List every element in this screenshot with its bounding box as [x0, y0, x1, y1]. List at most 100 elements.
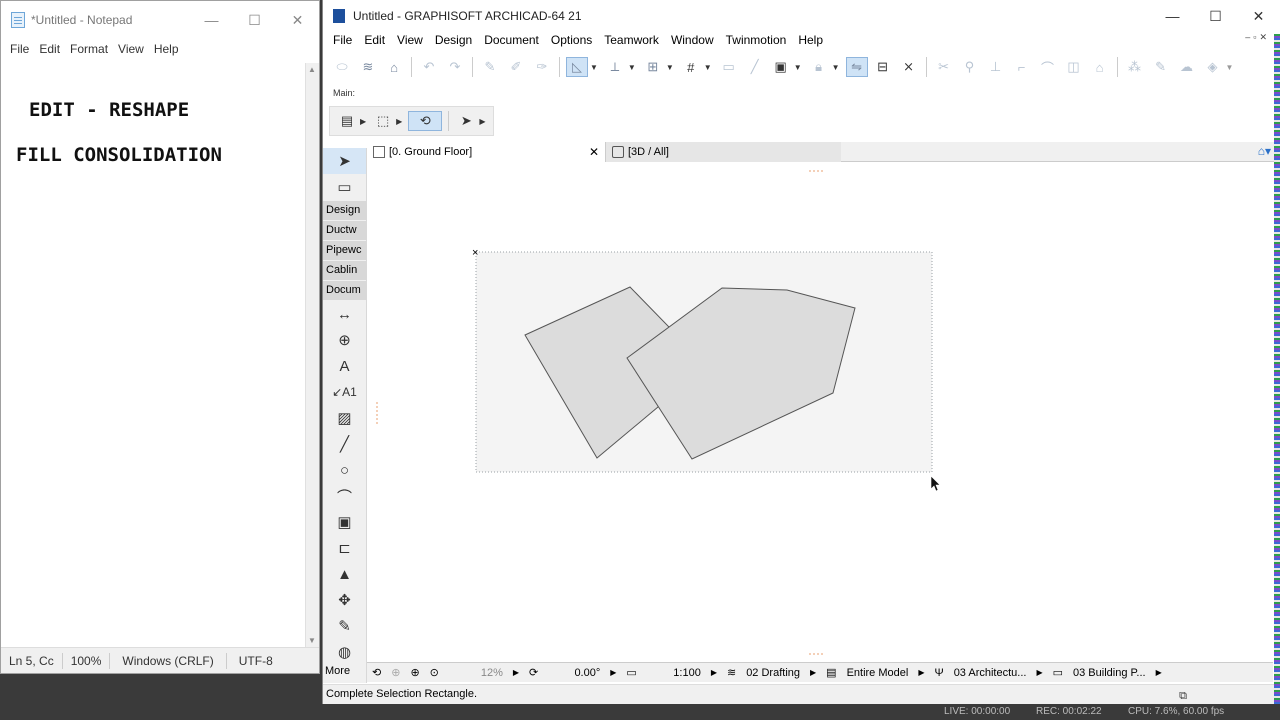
marquee-tool-icon[interactable]: ▭ — [323, 174, 366, 200]
hat-icon[interactable]: ⌂ — [383, 57, 405, 77]
cross-icon[interactable]: ⨯ — [898, 57, 920, 77]
undo-icon[interactable]: ↶ — [418, 57, 440, 77]
roof-icon[interactable]: ⌂ — [1089, 57, 1111, 77]
dropdown-arrow-icon[interactable]: ▼ — [794, 63, 802, 72]
modify-icon[interactable]: ✎ — [1150, 57, 1172, 77]
scale-icon[interactable]: ▭ — [626, 666, 636, 679]
pencil-icon[interactable]: ╱ — [744, 57, 766, 77]
notepad-vertical-scrollbar[interactable]: ▲ ▼ — [305, 63, 319, 647]
drawing-tool-icon[interactable]: ▣ — [323, 509, 366, 535]
minimize-button[interactable]: — — [1151, 0, 1194, 32]
level-dimension-icon[interactable]: ⊕ — [323, 327, 366, 353]
marquee-icon[interactable]: ⬚ — [372, 111, 394, 131]
scale-arrow-icon[interactable]: ▶ — [711, 668, 717, 677]
group-icon[interactable]: ⁂ — [1124, 57, 1146, 77]
archicad-titlebar[interactable]: Untitled - GRAPHISOFT ARCHICAD-64 21 — [323, 0, 1280, 32]
navigator-icon[interactable]: ⌂▾ — [1258, 144, 1271, 158]
menu-help[interactable]: Help — [792, 33, 829, 47]
model-view-icon[interactable]: ▤ — [826, 666, 836, 679]
menu-help[interactable]: Help — [149, 42, 184, 56]
menu-edit[interactable]: Edit — [34, 42, 65, 56]
layers-icon[interactable]: ≋ — [357, 57, 379, 77]
scroll-down-icon[interactable]: ▼ — [308, 636, 316, 645]
toolbox-category-document[interactable]: Docum — [323, 281, 366, 300]
mdi-controls-icon[interactable]: –▫✕ — [1239, 32, 1276, 43]
fill-tool-icon[interactable]: ▤ — [336, 111, 358, 131]
arrow-pointer-icon[interactable]: ➤ — [455, 111, 477, 131]
detail-tool-icon[interactable]: ◍ — [323, 639, 366, 665]
dropdown-arrow-icon[interactable]: ▼ — [832, 63, 840, 72]
close-button[interactable]: ✕ — [276, 1, 319, 39]
trace-reference-icon[interactable]: ⇋ — [845, 57, 868, 77]
scale-value[interactable]: 1:100 — [647, 667, 701, 679]
circle-tool-icon[interactable]: ○ — [323, 457, 366, 483]
dropdown-arrow-icon[interactable]: ▼ — [628, 63, 636, 72]
cloud-icon[interactable]: ☁ — [1176, 57, 1198, 77]
menu-edit[interactable]: Edit — [358, 33, 391, 47]
ruler-icon[interactable]: ▭ — [718, 57, 740, 77]
close-button[interactable]: ✕ — [1237, 0, 1280, 32]
fit-in-window-icon[interactable]: ⊙ — [430, 666, 439, 679]
zoom-back-icon[interactable]: ⟲ — [372, 666, 381, 679]
toolbox-category-cabling[interactable]: Cablin — [323, 261, 366, 280]
dropdown-arrow-icon[interactable]: ▼ — [590, 63, 598, 72]
toolbox-category-design[interactable]: Design — [323, 201, 366, 220]
orientation-arrow-icon[interactable]: ▶ — [610, 668, 616, 677]
maximize-button[interactable]: ☐ — [233, 1, 276, 39]
ellipse-icon[interactable]: ⬭ — [331, 57, 353, 77]
layers-icon[interactable]: ≋ — [727, 666, 736, 679]
inject-icon[interactable]: ✐ — [505, 57, 527, 77]
elevation-tool-icon[interactable]: ▲ — [323, 561, 366, 587]
pick-up-icon[interactable]: ✎ — [479, 57, 501, 77]
text-tool-icon[interactable]: A — [323, 353, 366, 379]
menu-document[interactable]: Document — [478, 33, 545, 47]
chamfer-icon[interactable]: ⌒ — [1037, 57, 1059, 77]
close-tab-icon[interactable]: ✕ — [589, 145, 599, 159]
minimize-button[interactable]: — — [190, 1, 233, 39]
fillet-icon[interactable]: ⌐ — [1011, 57, 1033, 77]
more-tools-button[interactable]: More — [325, 665, 350, 677]
suspend-groups-icon[interactable]: ▣ — [770, 57, 792, 77]
scroll-up-icon[interactable]: ▲ — [308, 65, 316, 74]
menu-view[interactable]: View — [391, 33, 429, 47]
zoom-value[interactable]: 12% — [449, 667, 503, 679]
dropdown-arrow-icon[interactable]: ▼ — [666, 63, 674, 72]
pen-set[interactable]: 03 Architectu... — [954, 667, 1027, 679]
menu-file[interactable]: File — [5, 42, 34, 56]
tab-3d-all[interactable]: [3D / All] — [605, 142, 841, 162]
adjust-icon[interactable]: ⚲ — [959, 57, 981, 77]
dimension-tool-icon[interactable]: ↔ — [323, 301, 366, 327]
layer-arrow-icon[interactable]: ▶ — [810, 668, 816, 677]
window-resize-icon[interactable]: ⧉ — [1179, 687, 1187, 705]
menu-file[interactable]: File — [327, 33, 358, 47]
fill-tool-icon[interactable]: ▨ — [323, 405, 366, 431]
renovation-icon[interactable]: ▭ — [1053, 666, 1063, 679]
right-edge-scrollbar[interactable] — [1274, 34, 1280, 704]
split-icon[interactable]: ✂ — [933, 57, 955, 77]
menu-options[interactable]: Options — [545, 33, 598, 47]
measure-icon[interactable]: ⊟ — [872, 57, 894, 77]
dropdown-arrow-icon[interactable]: ▶ — [360, 117, 366, 126]
arrow-tool-icon[interactable]: ➤ — [323, 148, 366, 174]
model-view-arrow-icon[interactable]: ▶ — [918, 668, 924, 677]
rotate-icon[interactable]: ⟳ — [529, 666, 538, 679]
hotspot-tool-icon[interactable]: ✥ — [323, 587, 366, 613]
tab-ground-floor[interactable]: [0. Ground Floor] ✕ — [367, 142, 605, 162]
layer-combination[interactable]: 02 Drafting — [746, 667, 800, 679]
guide-lines-icon[interactable]: ◺ — [566, 57, 588, 77]
zoom-in-icon[interactable]: ⊕ — [410, 666, 419, 679]
toolbox-category-pipework[interactable]: Pipewc — [323, 241, 366, 260]
dropdown-arrow-icon[interactable]: ▶ — [396, 117, 402, 126]
pen-set-arrow-icon[interactable]: ▶ — [1036, 668, 1042, 677]
rotate-selection-icon[interactable]: ⟲ — [408, 111, 443, 131]
renovation-arrow-icon[interactable]: ▶ — [1156, 668, 1162, 677]
intersect-icon[interactable]: ⊥ — [985, 57, 1007, 77]
render-icon[interactable]: ◈ — [1202, 57, 1224, 77]
menu-design[interactable]: Design — [429, 33, 478, 47]
dropdown-arrow-icon[interactable]: ▶ — [479, 117, 485, 126]
snap-points-icon[interactable]: ⊞ — [642, 57, 664, 77]
arc-tool-icon[interactable]: ⌒ — [323, 483, 366, 509]
label-tool-icon[interactable]: ↙A1 — [323, 379, 366, 405]
menu-format[interactable]: Format — [65, 42, 113, 56]
menu-teamwork[interactable]: Teamwork — [598, 33, 665, 47]
